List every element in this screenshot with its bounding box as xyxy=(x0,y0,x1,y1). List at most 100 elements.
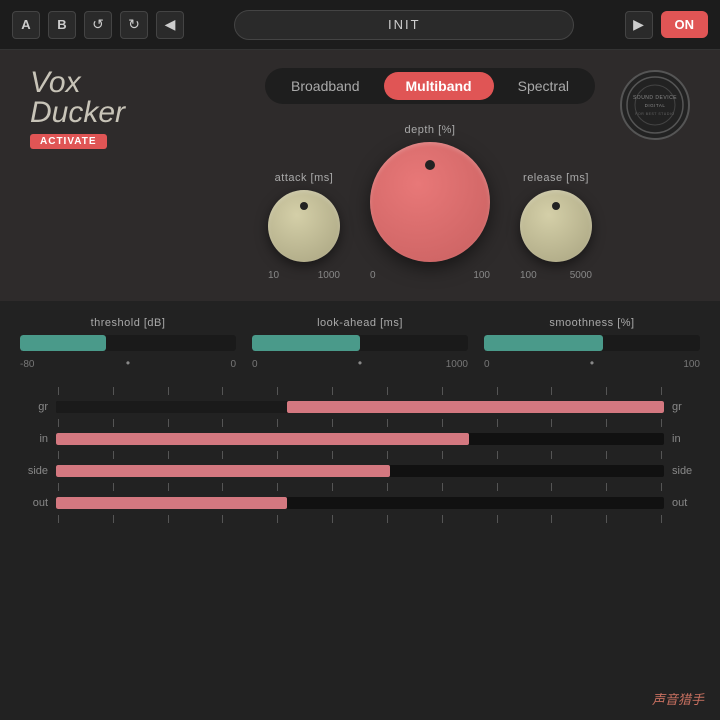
undo-button[interactable]: ↺ xyxy=(84,11,112,39)
release-label: release [ms] xyxy=(523,172,589,184)
a-button[interactable]: A xyxy=(12,11,40,39)
release-knob-indicator xyxy=(552,202,560,210)
threshold-slider-group: threshold [dB] -80 • 0 xyxy=(20,317,236,370)
tick-m2-3 xyxy=(168,451,169,459)
threshold-min: -80 xyxy=(20,359,34,370)
tick-marks-top xyxy=(56,387,664,395)
tick-m2-12 xyxy=(661,451,662,459)
tick-m2-4 xyxy=(222,451,223,459)
tick-10 xyxy=(551,387,552,395)
tick-m2-6 xyxy=(332,451,333,459)
depth-max: 100 xyxy=(473,270,490,281)
meters-section: gr gr xyxy=(20,384,700,526)
tick-m1-6 xyxy=(332,419,333,427)
tick-m3-12 xyxy=(661,483,662,491)
tick-m3-11 xyxy=(606,483,607,491)
tick-m3-2 xyxy=(113,483,114,491)
tick-1 xyxy=(58,387,59,395)
redo-button[interactable]: ↻ xyxy=(120,11,148,39)
tick-b1 xyxy=(58,515,59,523)
tick-b8 xyxy=(442,515,443,523)
smoothness-label: smoothness [%] xyxy=(484,317,700,329)
tick-b10 xyxy=(551,515,552,523)
tick-8 xyxy=(442,387,443,395)
on-off-button[interactable]: ON xyxy=(661,11,709,38)
tick-b9 xyxy=(497,515,498,523)
tick-m1-2 xyxy=(113,419,114,427)
side-pink-bar xyxy=(56,465,390,477)
ticks-container-top xyxy=(56,384,664,398)
tab-spectral[interactable]: Spectral xyxy=(496,72,591,100)
gr-label-left: gr xyxy=(20,401,48,413)
tick-m1-1 xyxy=(58,419,59,427)
watermark: 声音猎手 xyxy=(652,689,704,708)
ticks-container-mid1 xyxy=(56,416,664,430)
tick-7 xyxy=(387,387,388,395)
smoothness-track[interactable] xyxy=(484,335,700,351)
in-meter-bar xyxy=(56,433,664,445)
svg-text:DIGITAL: DIGITAL xyxy=(645,103,666,108)
tick-m1-3 xyxy=(168,419,169,427)
tick-m1-8 xyxy=(442,419,443,427)
ticks-mid1 xyxy=(20,416,700,430)
attack-range: 10 1000 xyxy=(268,270,340,281)
preset-name: INIT xyxy=(388,17,421,32)
gr-dark-bar xyxy=(56,401,287,413)
preset-bar[interactable]: INIT xyxy=(234,10,574,40)
release-max: 5000 xyxy=(570,270,592,281)
tick-3 xyxy=(168,387,169,395)
logo-ducker: Ducker xyxy=(30,98,150,128)
tick-b6 xyxy=(332,515,333,523)
ticks-bottom xyxy=(20,512,700,526)
tick-b3 xyxy=(168,515,169,523)
tick-marks-bottom xyxy=(56,515,664,523)
out-label-left: out xyxy=(20,497,48,509)
tick-m3-9 xyxy=(497,483,498,491)
tick-m3-3 xyxy=(168,483,169,491)
side-label-left: side xyxy=(20,465,48,477)
svg-text:SOUND DEVICE: SOUND DEVICE xyxy=(633,95,677,101)
smoothness-center-dot: • xyxy=(590,356,594,370)
attack-knob[interactable] xyxy=(268,190,340,262)
depth-knob[interactable] xyxy=(370,142,490,262)
tick-12 xyxy=(661,387,662,395)
prev-preset-button[interactable]: ◀ xyxy=(156,11,184,39)
activate-badge[interactable]: ACTIVATE xyxy=(30,134,107,149)
lookahead-track[interactable] xyxy=(252,335,468,351)
next-preset-button[interactable]: ▶ xyxy=(625,11,653,39)
gr-pink-bar xyxy=(287,401,664,413)
out-meter-bar xyxy=(56,497,664,509)
smoothness-range: 0 • 100 xyxy=(484,359,700,370)
depth-knob-container xyxy=(370,142,490,262)
sliders-row: threshold [dB] -80 • 0 look-ahead [ms] 0… xyxy=(20,317,700,370)
threshold-track[interactable] xyxy=(20,335,236,351)
gr-meter-bar xyxy=(56,401,664,413)
tick-4 xyxy=(222,387,223,395)
tab-broadband[interactable]: Broadband xyxy=(269,72,382,100)
tab-multiband[interactable]: Multiband xyxy=(384,72,494,100)
smoothness-min: 0 xyxy=(484,359,490,370)
tick-m1-4 xyxy=(222,419,223,427)
threshold-label: threshold [dB] xyxy=(20,317,236,329)
tick-m2-2 xyxy=(113,451,114,459)
release-knob-group: release [ms] 100 5000 xyxy=(520,172,592,281)
tick-m3-8 xyxy=(442,483,443,491)
attack-min: 10 xyxy=(268,270,279,281)
b-button[interactable]: B xyxy=(48,11,76,39)
lookahead-max: 1000 xyxy=(446,359,468,370)
in-label-left: in xyxy=(20,433,48,445)
tick-m2-9 xyxy=(497,451,498,459)
tick-m3-6 xyxy=(332,483,333,491)
depth-label: depth [%] xyxy=(405,124,456,136)
release-knob[interactable] xyxy=(520,190,592,262)
ticks-mid3 xyxy=(20,480,700,494)
tick-m3-1 xyxy=(58,483,59,491)
logo-vox: Vox xyxy=(30,68,150,98)
tick-m2-10 xyxy=(551,451,552,459)
tick-m1-9 xyxy=(497,419,498,427)
tick-m2-7 xyxy=(387,451,388,459)
tick-m1-11 xyxy=(606,419,607,427)
tick-b12 xyxy=(661,515,662,523)
depth-range: 0 100 xyxy=(370,270,490,281)
attack-label: attack [ms] xyxy=(275,172,334,184)
